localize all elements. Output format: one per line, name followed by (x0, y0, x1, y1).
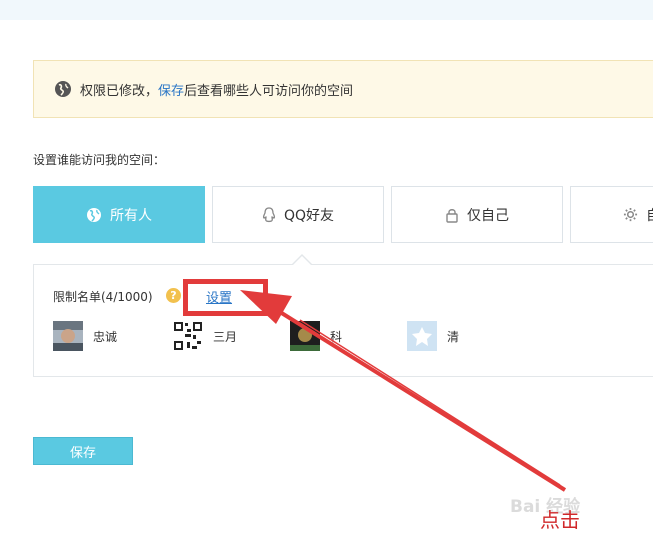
annotation-arrow (240, 290, 567, 492)
annotation-label: 点击 (540, 508, 580, 532)
